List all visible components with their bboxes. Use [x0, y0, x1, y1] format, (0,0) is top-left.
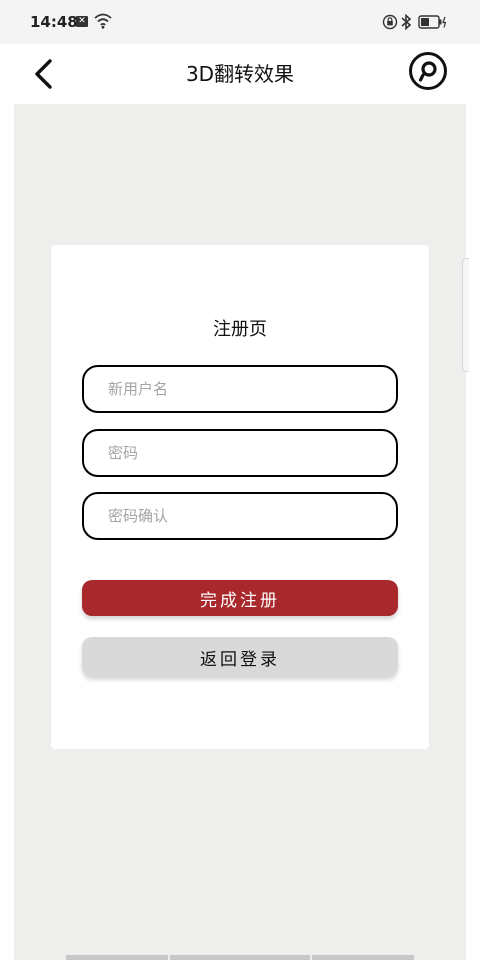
password-input[interactable]	[82, 429, 398, 477]
rotation-lock-icon	[382, 14, 398, 30]
app-bar: 3D翻转效果	[0, 44, 480, 104]
back-to-login-button[interactable]: 返回登录	[82, 637, 398, 677]
confirm-password-input[interactable]	[82, 492, 398, 540]
bottom-divider	[66, 955, 168, 960]
wifi-icon	[94, 13, 112, 29]
app-logo-button[interactable]	[408, 51, 448, 91]
battery-icon	[418, 15, 447, 29]
status-bar: 14:48 ✕	[0, 0, 480, 44]
status-time: 14:48	[30, 13, 78, 31]
phone-screen: 14:48 ✕ 3D翻转效果 注册页 新用户名 完成注册 返回登录	[0, 0, 480, 960]
side-drawer-handle[interactable]	[462, 258, 469, 372]
card-title: 注册页	[213, 319, 267, 340]
bottom-divider	[170, 955, 310, 960]
register-card: 注册页 完成注册 返回登录	[51, 245, 429, 749]
app-logo-icon	[409, 52, 447, 90]
bluetooth-icon	[401, 13, 412, 31]
notification-icon: ✕	[76, 16, 88, 27]
new-username-input[interactable]	[82, 365, 398, 413]
bottom-divider	[312, 955, 414, 960]
complete-register-button[interactable]: 完成注册	[82, 580, 398, 616]
content-area: 注册页 完成注册 返回登录	[14, 104, 466, 960]
